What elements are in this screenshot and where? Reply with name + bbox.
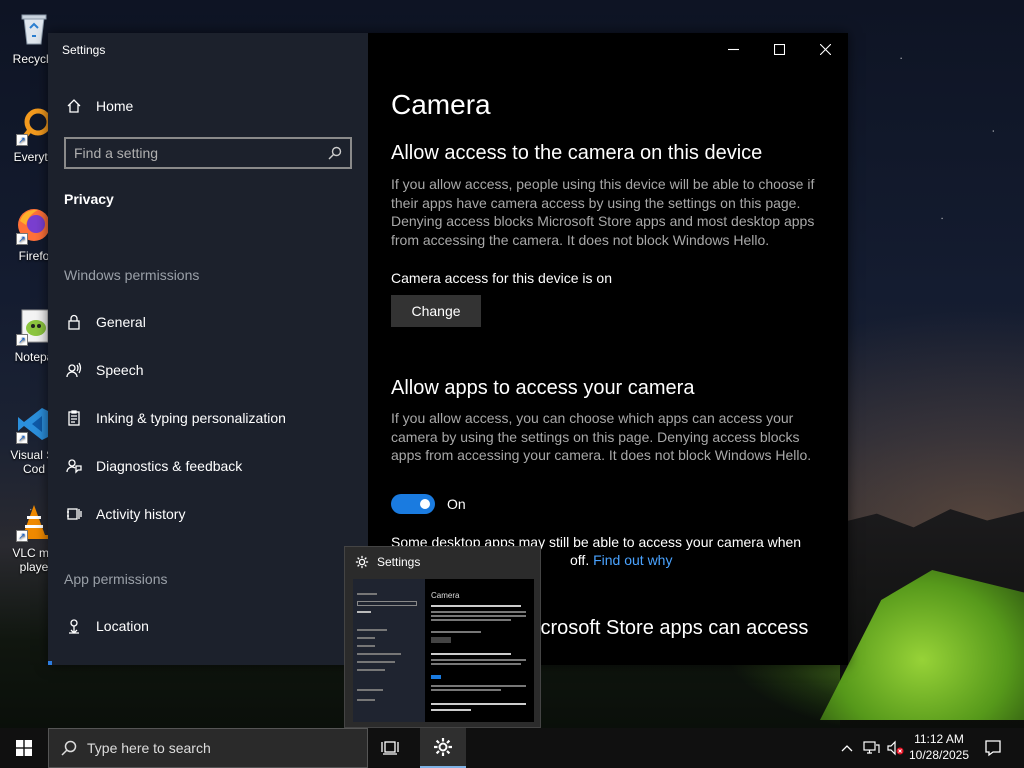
taskbar-search-placeholder: Type here to search: [87, 740, 211, 756]
volume-muted-icon: [887, 740, 904, 756]
window-title: Settings: [62, 43, 106, 57]
apps-access-heading: Allow apps to access your camera: [391, 377, 695, 399]
nav-label: Diagnostics & feedback: [96, 458, 243, 474]
device-access-description: If you allow access, people using this d…: [391, 176, 815, 248]
apps-camera-toggle-label: On: [447, 496, 466, 512]
nav-home[interactable]: Home: [64, 91, 133, 121]
close-button[interactable]: [802, 33, 848, 65]
nav-inking-typing[interactable]: Inking & typing personalization: [64, 403, 286, 433]
nav-speech[interactable]: Speech: [64, 355, 143, 385]
toggle-knob: [420, 499, 430, 509]
maximize-button[interactable]: [756, 33, 802, 65]
nav-general[interactable]: General: [64, 307, 146, 337]
store-apps-heading: icrosoft Store apps can access: [536, 617, 809, 639]
thumbnail-header: Settings: [355, 555, 420, 569]
activity-history-icon: [64, 504, 84, 524]
thumbnail-preview: Camera: [353, 579, 534, 722]
sidebar-accent-marker: [48, 661, 52, 665]
device-access-heading: Allow access to the camera on this devic…: [391, 142, 763, 164]
location-icon: [64, 616, 84, 636]
home-icon: [64, 96, 84, 116]
find-setting-search[interactable]: [64, 137, 352, 169]
apps-access-description: If you allow access, you can choose whic…: [391, 410, 812, 463]
taskbar: Type here to search 11:12 AM 10/28/2025: [0, 728, 1024, 768]
minimize-icon: [727, 48, 739, 50]
section-title-privacy: Privacy: [64, 191, 114, 207]
nav-home-label: Home: [96, 98, 134, 114]
speech-icon: [64, 360, 84, 380]
maximize-icon: [773, 43, 785, 55]
apps-camera-toggle[interactable]: [391, 494, 435, 514]
settings-sidebar: Settings Home Privacy Windows permission…: [48, 33, 368, 665]
window-caption-buttons: [710, 33, 848, 65]
shortcut-arrow-icon: ↗: [16, 233, 28, 245]
shortcut-arrow-icon: ↗: [16, 334, 28, 346]
nav-location[interactable]: Location: [64, 611, 149, 641]
nav-label: Location: [96, 618, 149, 634]
clock-time: 11:12 AM: [914, 732, 964, 746]
network-tray-button[interactable]: [860, 728, 882, 768]
chevron-up-icon: [841, 745, 853, 752]
page-title: Camera: [391, 89, 491, 120]
search-icon: [61, 740, 77, 756]
minimize-button[interactable]: [710, 33, 756, 65]
nav-label: Activity history: [96, 506, 186, 522]
shortcut-arrow-icon: ↗: [16, 432, 28, 444]
start-button[interactable]: [0, 728, 48, 768]
taskbar-clock[interactable]: 11:12 AM 10/28/2025: [905, 731, 973, 763]
app-permissions-header: App permissions: [64, 571, 168, 587]
desktop-icon-label-line2: playe: [19, 560, 49, 574]
notification-icon: [985, 740, 1001, 757]
show-hidden-icons-button[interactable]: [836, 728, 858, 768]
thumbnail-preview-title: Camera: [431, 591, 460, 600]
shortcut-arrow-icon: ↗: [16, 530, 28, 542]
action-center-button[interactable]: [978, 728, 1008, 768]
taskbar-thumbnail-settings[interactable]: Settings Camera: [344, 546, 541, 728]
desktop-apps-note-tail: off.: [570, 552, 590, 568]
windows-permissions-header: Windows permissions: [64, 267, 200, 283]
change-button[interactable]: Change: [391, 295, 481, 327]
shortcut-arrow-icon: ↗: [16, 134, 28, 146]
lock-icon: [64, 312, 84, 332]
taskbar-search-box[interactable]: Type here to search: [48, 728, 368, 768]
nav-label: Inking & typing personalization: [96, 410, 286, 426]
windows-logo-icon: [16, 740, 32, 756]
desktop-apps-note-line2: off. Find out why: [570, 552, 672, 568]
gear-icon: [355, 555, 369, 569]
desktop-icon-label-line2: Cod: [22, 462, 45, 476]
search-icon: [328, 146, 342, 160]
thumbnail-title: Settings: [377, 555, 421, 569]
clock-date: 10/28/2025: [908, 748, 970, 762]
thumbnail-preview-sidebar: [353, 579, 425, 722]
find-setting-input[interactable]: [74, 145, 328, 161]
desktop-icon-label: Firefo: [18, 249, 50, 263]
nav-diagnostics-feedback[interactable]: Diagnostics & feedback: [64, 451, 242, 481]
find-out-why-link[interactable]: Find out why: [593, 552, 672, 568]
taskbar-settings-app[interactable]: [420, 728, 466, 768]
nav-activity-history[interactable]: Activity history: [64, 499, 185, 529]
gear-icon: [434, 738, 452, 756]
nav-label: Speech: [96, 362, 144, 378]
nav-label: General: [96, 314, 146, 330]
close-icon: [819, 43, 831, 55]
feedback-icon: [64, 456, 84, 476]
clipboard-icon: [64, 408, 84, 428]
network-icon: [863, 741, 880, 754]
device-access-status: Camera access for this device is on: [391, 270, 612, 286]
task-view-icon: [381, 741, 399, 755]
task-view-button[interactable]: [368, 728, 414, 768]
volume-tray-button[interactable]: [884, 728, 906, 768]
